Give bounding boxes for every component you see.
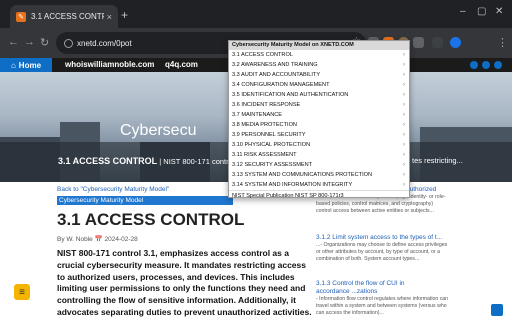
popup-menu-item[interactable]: 3.6 INCIDENT RESPONSE › (229, 100, 409, 110)
tab-close-icon[interactable]: × (107, 12, 112, 22)
popup-menu-item[interactable]: 3.12 SECURITY ASSESSMENT › (229, 160, 409, 170)
browser-menu-icon[interactable]: ⋮ (497, 36, 508, 49)
chevron-right-icon: › (403, 172, 405, 178)
popup-menu-item-label: 3.3 AUDIT AND ACCOUNTABILITY (232, 72, 321, 78)
browser-tab[interactable]: ✎ 3.1 ACCESS CONTROL | NI × (10, 5, 118, 28)
popup-header: Cybersecurity Maturity Model on XNETD.CO… (229, 41, 409, 50)
home-nav-button[interactable]: ⌂ Home (0, 58, 52, 72)
popup-menu-item[interactable]: 3.2 AWARENESS AND TRAINING › (229, 60, 409, 70)
popup-menu-item-label: 3.2 AWARENESS AND TRAINING (232, 62, 318, 68)
sidebar-card-heading[interactable]: 3.1.2 Limit system access to the types o… (316, 234, 450, 242)
social-icon[interactable] (482, 61, 490, 69)
page-title: 3.1 ACCESS CONTROL (57, 210, 245, 229)
popup-menu-item[interactable]: 3.11 RISK ASSESSMENT › (229, 150, 409, 160)
chevron-right-icon: › (403, 72, 405, 78)
menu-fab-button[interactable]: ≡ (14, 284, 30, 300)
popup-menu-item[interactable]: 3.4 CONFIGURATION MANAGEMENT › (229, 80, 409, 90)
hero-subtitle-tail: tes restricting... (412, 156, 463, 165)
side-panel-icon[interactable] (432, 37, 443, 48)
popup-menu-item-label: 3.1 ACCESS CONTROL (232, 52, 293, 58)
sidebar-card[interactable]: 3.1.3 Control the flow of CUI in accorda… (316, 280, 450, 317)
reload-button[interactable]: ↻ (40, 36, 49, 49)
popup-menu-item-label: 3.5 IDENTIFICATION AND AUTHENTICATION (232, 92, 349, 98)
article-body: NIST 800-171 control 3.1, emphasizes acc… (57, 248, 312, 320)
breadcrumb-back-link[interactable]: Back to "Cybersecurity Maturity Model" (57, 186, 169, 193)
popup-menu-item[interactable]: 3.10 PHYSICAL PROTECTION › (229, 140, 409, 150)
hamburger-icon: ≡ (19, 286, 25, 298)
nav-link-q4q[interactable]: q4q.com (165, 60, 198, 69)
forward-button[interactable]: → (24, 36, 35, 48)
popup-menu-item[interactable]: 3.5 IDENTIFICATION AND AUTHENTICATION › (229, 90, 409, 100)
popup-menu-item-label: 3.9 PERSONNEL SECURITY (232, 132, 306, 138)
chevron-right-icon: › (403, 122, 405, 128)
hero-subtitle-bold: 3.1 ACCESS CONTROL (58, 156, 158, 166)
popup-menu-item-label: NIST Special Publication NIST SP 800-171… (232, 193, 344, 199)
sidebar-card-text: - Information flow control regulates whe… (316, 296, 449, 316)
chevron-right-icon: › (403, 152, 405, 158)
chevron-right-icon: › (403, 112, 405, 118)
chevron-right-icon: › (403, 162, 405, 168)
popup-menu-item-label: 3.14 SYSTEM AND INFORMATION INTEGRITY (232, 182, 353, 188)
window-maximize-button[interactable]: ▢ (477, 6, 486, 17)
popup-menu-item[interactable]: 3.8 MEDIA PROTECTION › (229, 120, 409, 130)
extensions-puzzle-icon[interactable] (413, 37, 424, 48)
breadcrumb-bar[interactable]: Cybersecurity Maturity Model (57, 196, 233, 205)
window-minimize-button[interactable]: – (460, 6, 466, 17)
popup-menu-item-label: 3.13 SYSTEM AND COMMUNICATIONS PROTECTIO… (232, 172, 373, 178)
hero-title: Cybersecu (120, 122, 197, 139)
popup-menu-item[interactable]: 3.7 MAINTENANCE › (229, 110, 409, 120)
tab-title: 3.1 ACCESS CONTROL | NI (31, 12, 104, 21)
popup-menu-item[interactable]: 3.14 SYSTEM AND INFORMATION INTEGRITY › (229, 180, 409, 190)
chevron-right-icon: › (403, 182, 405, 188)
publish-date: 2024-02-28 (104, 236, 138, 243)
chevron-right-icon: › (403, 92, 405, 98)
popup-menu-item-label: 3.4 CONFIGURATION MANAGEMENT (232, 82, 330, 88)
sidebar-card-heading[interactable]: 3.1.3 Control the flow of CUI in (316, 280, 450, 288)
popup-menu-item[interactable]: 3.3 AUDIT AND ACCOUNTABILITY › (229, 70, 409, 80)
chevron-right-icon: › (403, 62, 405, 68)
popup-menu-item-label: 3.6 INCIDENT RESPONSE (232, 102, 301, 108)
home-icon: ⌂ (10, 60, 16, 70)
chevron-right-icon: › (403, 132, 405, 138)
chevron-right-icon: › (403, 142, 405, 148)
popup-menu-item-label: 3.10 PHYSICAL PROTECTION (232, 142, 311, 148)
popup-menu-item-label: 3.11 RISK ASSESSMENT (232, 152, 297, 158)
social-icon[interactable] (470, 61, 478, 69)
sidebar-card-text: ...- Organizations may choose to define … (316, 242, 448, 262)
site-info-icon[interactable] (64, 38, 73, 48)
popup-menu-item[interactable]: 3.9 PERSONNEL SECURITY › (229, 130, 409, 140)
site-favicon-icon: ✎ (16, 11, 26, 22)
popup-menu-item[interactable]: NIST Special Publication NIST SP 800-171… (229, 190, 409, 200)
calendar-icon: 📅 (94, 236, 103, 243)
home-nav-label: Home (18, 60, 42, 70)
sidebar-card[interactable]: 3.1.2 Limit system access to the types o… (316, 234, 450, 263)
chevron-right-icon: › (403, 102, 405, 108)
browser-tabstrip: ✎ 3.1 ACCESS CONTROL | NI × + – ▢ ✕ (0, 0, 512, 28)
nav-link-whoiswilliamnoble[interactable]: whoiswilliamnoble.com (65, 60, 154, 69)
window-close-button[interactable]: ✕ (495, 6, 503, 17)
extension-popup-menu: Cybersecurity Maturity Model on XNETD.CO… (228, 40, 410, 200)
chevron-right-icon: › (403, 82, 405, 88)
address-url: xnetd.com/0pot (77, 38, 132, 48)
popup-menu-item-label: 3.8 MEDIA PROTECTION (232, 122, 297, 128)
article-byline: By W. Noble 📅 2024-02-28 (57, 235, 138, 243)
popup-menu-item-label: 3.7 MAINTENANCE (232, 112, 283, 118)
popup-menu-item-label: 3.12 SECURITY ASSESSMENT (232, 162, 313, 168)
sidebar-card-subheading[interactable]: accordance ...zations (316, 288, 450, 296)
chevron-right-icon: › (403, 52, 405, 58)
scroll-top-button[interactable] (491, 304, 503, 316)
social-icon[interactable] (494, 61, 502, 69)
new-tab-button[interactable]: + (121, 8, 128, 22)
back-button[interactable]: ← (8, 36, 19, 48)
author-name[interactable]: By W. Noble (57, 236, 93, 243)
profile-avatar[interactable] (450, 37, 461, 48)
popup-menu-item[interactable]: 3.13 SYSTEM AND COMMUNICATIONS PROTECTIO… (229, 170, 409, 180)
popup-menu-item[interactable]: 3.1 ACCESS CONTROL › (229, 50, 409, 60)
